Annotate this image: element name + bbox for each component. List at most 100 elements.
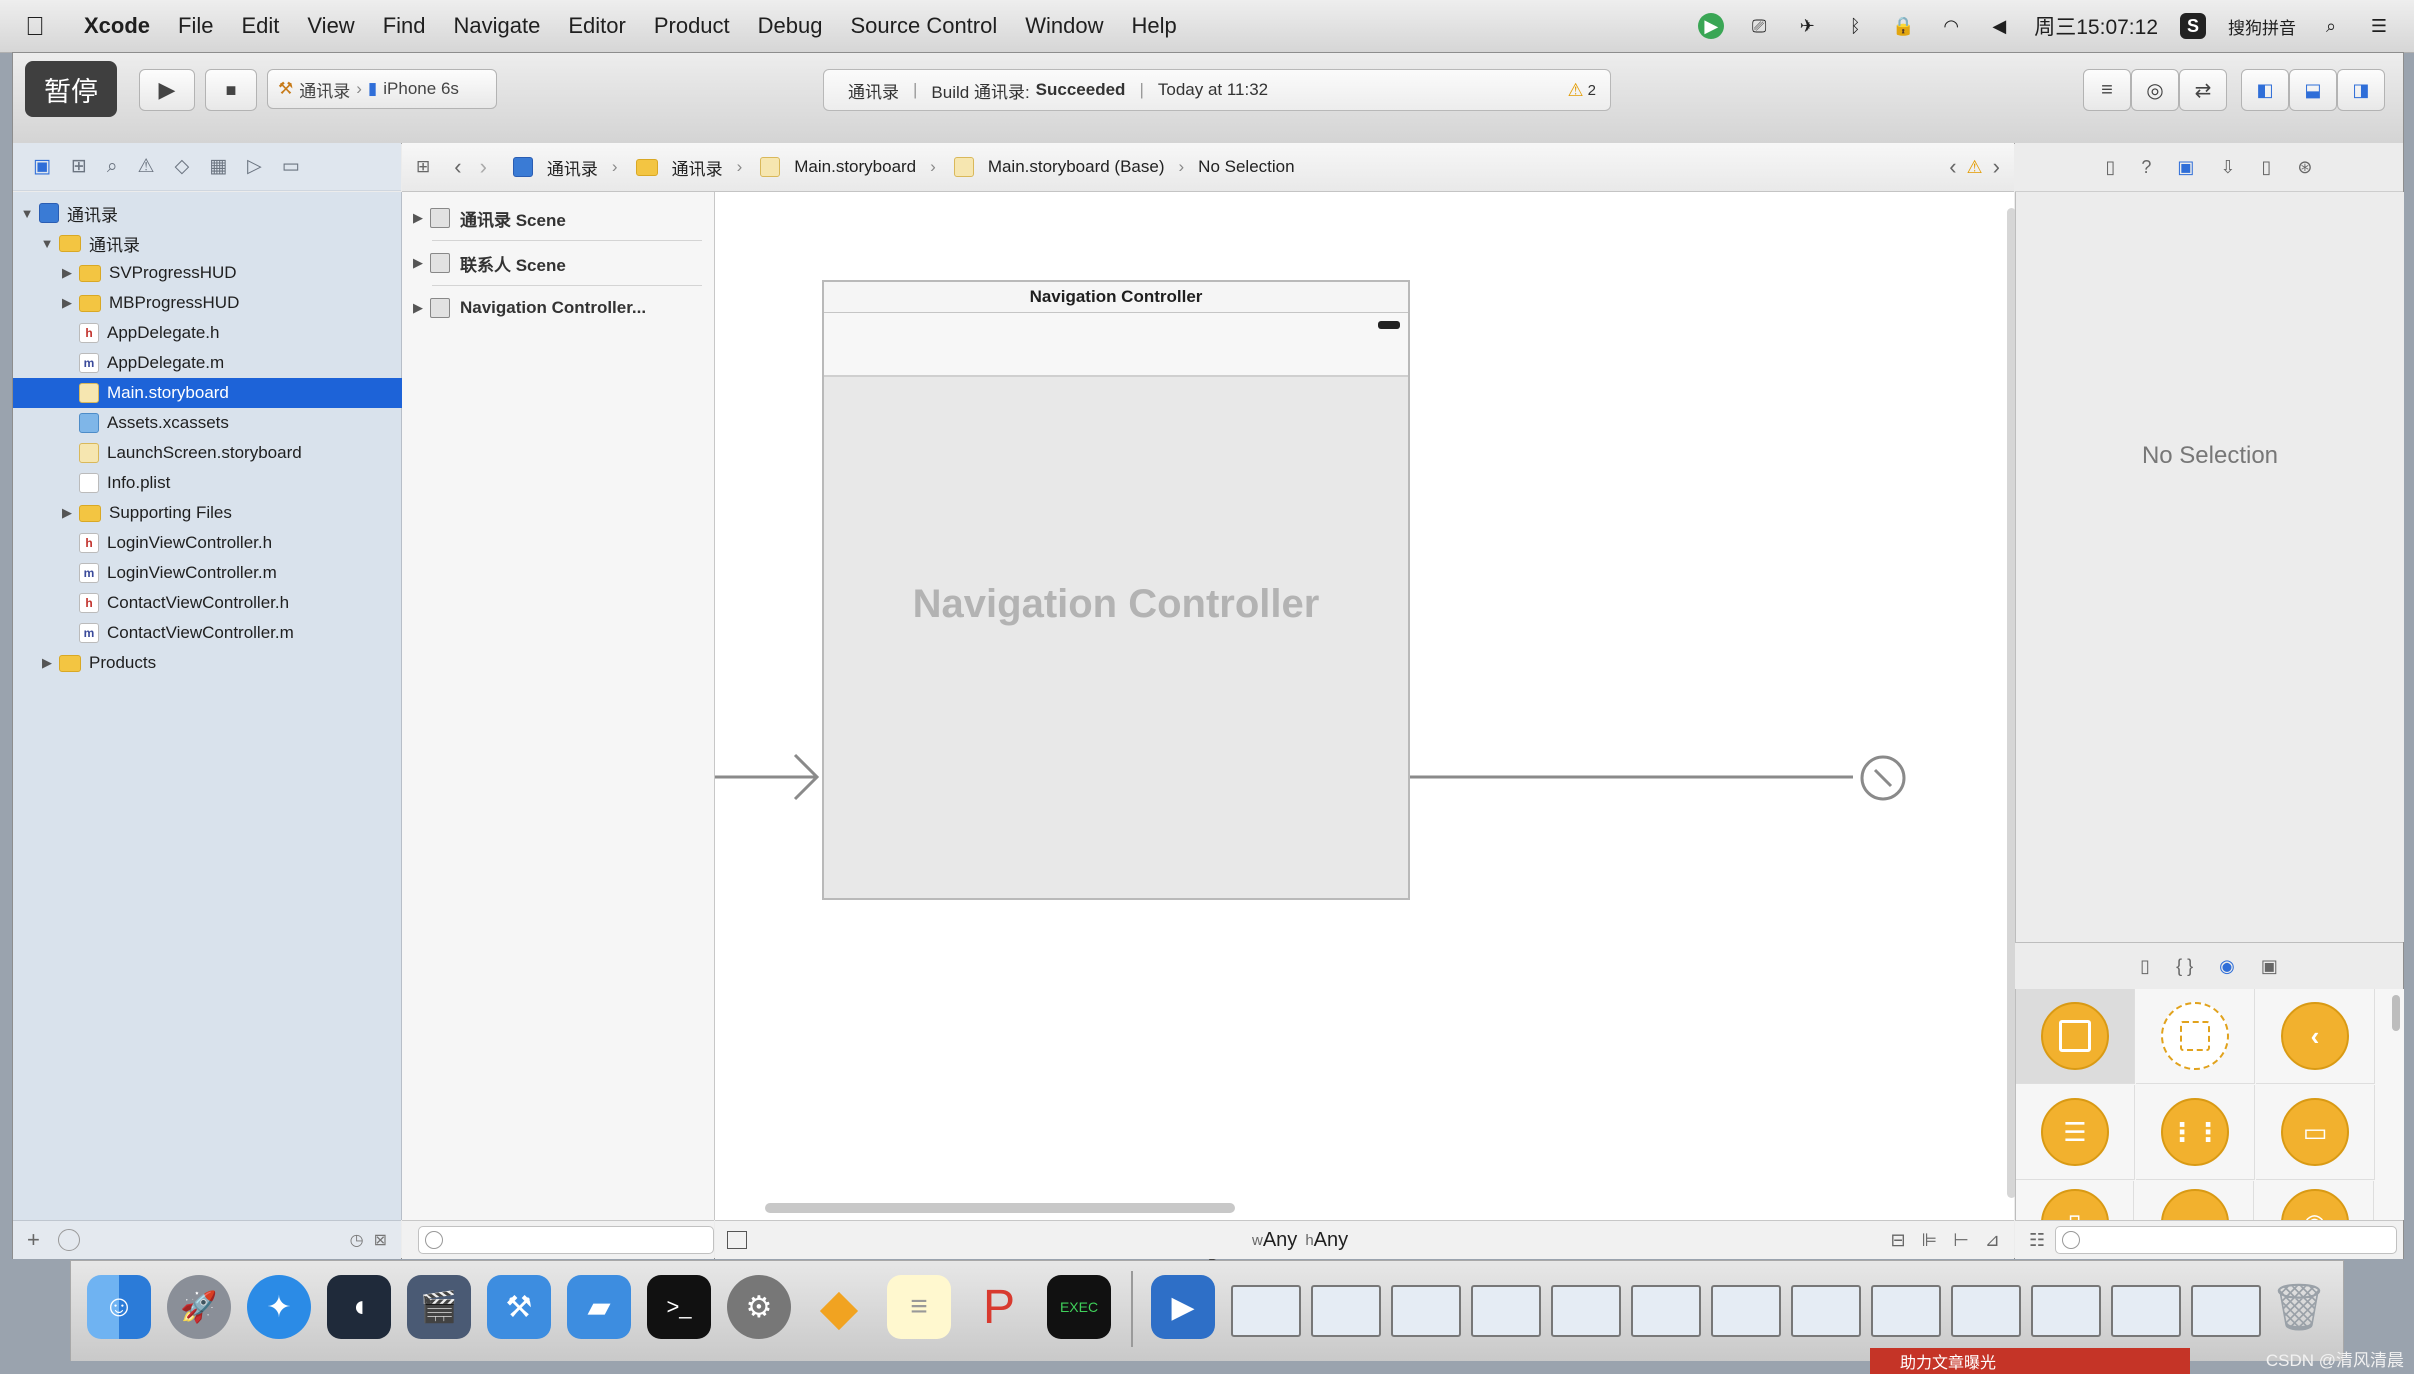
library-item-glkit-view-controller[interactable]: ◉ xyxy=(2256,1181,2374,1221)
menu-find[interactable]: Find xyxy=(369,0,440,52)
disclosure-closed-icon[interactable]: ▶ xyxy=(59,265,75,281)
size-class-height[interactable]: Any xyxy=(1314,1229,1348,1252)
scm-status-icon[interactable]: ⊠ xyxy=(374,1230,387,1250)
disclosure-closed-icon[interactable]: ▶ xyxy=(59,295,75,311)
outline-scene-contacts-app[interactable]: ▶ 通讯录 Scene xyxy=(402,196,722,240)
terminal-icon[interactable]: >_ xyxy=(647,1275,711,1339)
recent-files-icon[interactable]: ◷ xyxy=(350,1230,364,1250)
minimized-window-thumbnail[interactable] xyxy=(2111,1285,2181,1337)
breadcrumb-item[interactable]: 通讯录 xyxy=(547,155,598,180)
minimized-window-thumbnail[interactable] xyxy=(1871,1285,1941,1337)
size-class-width[interactable]: Any xyxy=(1263,1229,1297,1252)
outline-filter-field[interactable] xyxy=(418,1226,714,1254)
quicktime-icon[interactable]: ▶ xyxy=(1151,1275,1215,1339)
tree-item-svprogresshud[interactable]: ▶ SVProgressHUD xyxy=(13,258,447,288)
list-view-icon[interactable]: ☷ xyxy=(2029,1230,2045,1251)
disclosure-closed-icon[interactable]: ▶ xyxy=(410,300,426,316)
library-item-page-view-controller[interactable]: … xyxy=(2136,1181,2254,1221)
code-snippet-library-icon[interactable]: { } xyxy=(2176,956,2193,977)
file-inspector-icon[interactable]: ▯ xyxy=(2105,157,2115,178)
tree-item-supporting-files[interactable]: ▶ Supporting Files xyxy=(13,498,447,528)
menu-navigate[interactable]: Navigate xyxy=(440,0,555,52)
breadcrumb-item[interactable]: 通讯录 xyxy=(672,155,723,180)
simulator-icon[interactable]: ▰ xyxy=(567,1275,631,1339)
stack-icon[interactable]: ⊟ xyxy=(1890,1230,1905,1251)
airplane-icon[interactable]: ✈ xyxy=(1794,13,1820,39)
tree-item-contactvc-h[interactable]: h ContactViewController.h xyxy=(13,588,463,618)
menu-source-control[interactable]: Source Control xyxy=(837,0,1012,52)
console-icon[interactable]: EXEC xyxy=(1047,1275,1111,1339)
menu-app[interactable]: Xcode xyxy=(70,0,164,52)
navigation-bar[interactable] xyxy=(824,313,1408,377)
pin-icon[interactable]: ⊢ xyxy=(1953,1230,1969,1251)
disclosure-closed-icon[interactable]: ▶ xyxy=(410,255,426,271)
previous-issue-icon[interactable]: ‹ xyxy=(1949,154,1956,180)
warning-indicator[interactable]: ⚠ 2 xyxy=(1568,80,1596,101)
next-issue-icon[interactable]: › xyxy=(1993,154,2000,180)
media-library-icon[interactable]: ▣ xyxy=(2261,956,2278,977)
test-navigator-icon[interactable]: ◇ xyxy=(175,155,190,178)
tree-item-appdelegate-m[interactable]: m AppDelegate.m xyxy=(13,348,463,378)
minimized-window-thumbnail[interactable] xyxy=(2191,1285,2261,1337)
outline-scene-contacts[interactable]: ▶ 联系人 Scene xyxy=(402,241,722,285)
system-preferences-icon[interactable]: ⚙ xyxy=(727,1275,791,1339)
sogou-icon[interactable]: S xyxy=(2180,13,2206,39)
library-item-table-view-controller[interactable]: ☰ xyxy=(2016,1085,2135,1180)
apple-menu-icon[interactable]:  xyxy=(0,11,70,42)
safari-icon[interactable]: ✦ xyxy=(247,1275,311,1339)
library-item-split-view-controller[interactable]: ▯ xyxy=(2016,1181,2134,1221)
disclosure-closed-icon[interactable]: ▶ xyxy=(410,210,426,226)
align-icon[interactable]: ⊫ xyxy=(1922,1230,1938,1251)
forward-icon[interactable]: › xyxy=(480,154,487,180)
warning-icon[interactable]: ⚠ xyxy=(1967,157,1983,178)
identity-inspector-icon[interactable]: ▣ xyxy=(2177,157,2194,178)
attributes-inspector-icon[interactable]: ⇩ xyxy=(2220,157,2235,178)
spotlight-search-icon[interactable]: ⌕ xyxy=(2318,13,2344,39)
tree-item-main-storyboard[interactable]: Main.storyboard xyxy=(13,378,463,408)
resolve-autolayout-icon[interactable]: ⊿ xyxy=(1985,1230,2000,1251)
minimized-window-thumbnail[interactable] xyxy=(1711,1285,1781,1337)
disclosure-closed-icon[interactable]: ▶ xyxy=(39,655,55,671)
scene-title[interactable]: Navigation Controller xyxy=(824,282,1408,313)
tree-item-loginvc-m[interactable]: m LoginViewController.m xyxy=(13,558,463,588)
tree-item-products[interactable]: ▶ Products xyxy=(13,648,427,678)
library-item-collection-view-controller[interactable]: ⋮⋮ xyxy=(2136,1085,2255,1180)
minimized-window-thumbnail[interactable] xyxy=(1231,1285,1301,1337)
menu-editor[interactable]: Editor xyxy=(554,0,639,52)
notes-icon[interactable]: ≡ xyxy=(887,1275,951,1339)
clock[interactable]: 周三15:07:12 xyxy=(2034,11,2158,41)
library-scrollbar[interactable] xyxy=(2392,995,2400,1031)
menu-product[interactable]: Product xyxy=(640,0,744,52)
breadcrumb-item[interactable]: Main.storyboard (Base) xyxy=(988,157,1165,177)
minimized-window-thumbnail[interactable] xyxy=(1471,1285,1541,1337)
notification-center-icon[interactable]: ☰ xyxy=(2366,13,2392,39)
minimized-window-thumbnail[interactable] xyxy=(2031,1285,2101,1337)
file-template-library-icon[interactable]: ▯ xyxy=(2140,956,2150,977)
trash-icon[interactable]: 🗑 xyxy=(2267,1275,2331,1339)
toggle-utilities-button[interactable]: ◨ xyxy=(2337,69,2385,111)
lock-icon[interactable]: 🔒 xyxy=(1890,13,1916,39)
recording-icon[interactable]: ▶ xyxy=(1698,13,1725,39)
assistant-editor-button[interactable]: ◎ xyxy=(2131,69,2179,111)
tree-item-contactvc-m[interactable]: m ContactViewController.m xyxy=(13,618,463,648)
horizontal-scrollbar[interactable] xyxy=(765,1203,1235,1213)
filter-icon[interactable] xyxy=(57,1229,80,1251)
related-items-icon[interactable]: ⊞ xyxy=(416,157,430,177)
minimized-window-thumbnail[interactable] xyxy=(1311,1285,1381,1337)
tree-item-group[interactable]: ▼ 通讯录 xyxy=(13,228,427,258)
imovie-icon[interactable]: 🎬 xyxy=(407,1275,471,1339)
outline-scene-navigation-controller[interactable]: ▶ Navigation Controller... xyxy=(402,286,722,330)
run-button[interactable]: ▶ xyxy=(139,69,195,111)
breadcrumb-item[interactable]: No Selection xyxy=(1198,157,1294,177)
wps-presentation-icon[interactable]: P xyxy=(967,1275,1031,1339)
input-method-label[interactable]: 搜狗拼音 xyxy=(2228,14,2296,39)
toggle-outline-icon[interactable] xyxy=(727,1231,747,1249)
bluetooth-icon[interactable]: ᛒ xyxy=(1842,13,1868,39)
disclosure-open-icon[interactable]: ▼ xyxy=(39,236,55,251)
library-item-navigation-controller[interactable]: ‹ xyxy=(2256,989,2375,1084)
symbol-navigator-icon[interactable]: ⊞ xyxy=(71,155,87,178)
camera-icon[interactable]: ⎚ xyxy=(1746,13,1772,39)
launchpad-icon[interactable]: 🚀 xyxy=(167,1275,231,1339)
size-inspector-icon[interactable]: ▯ xyxy=(2262,157,2272,178)
scheme-selector[interactable]: ⚒ 通讯录 › ▮ iPhone 6s xyxy=(267,69,497,109)
